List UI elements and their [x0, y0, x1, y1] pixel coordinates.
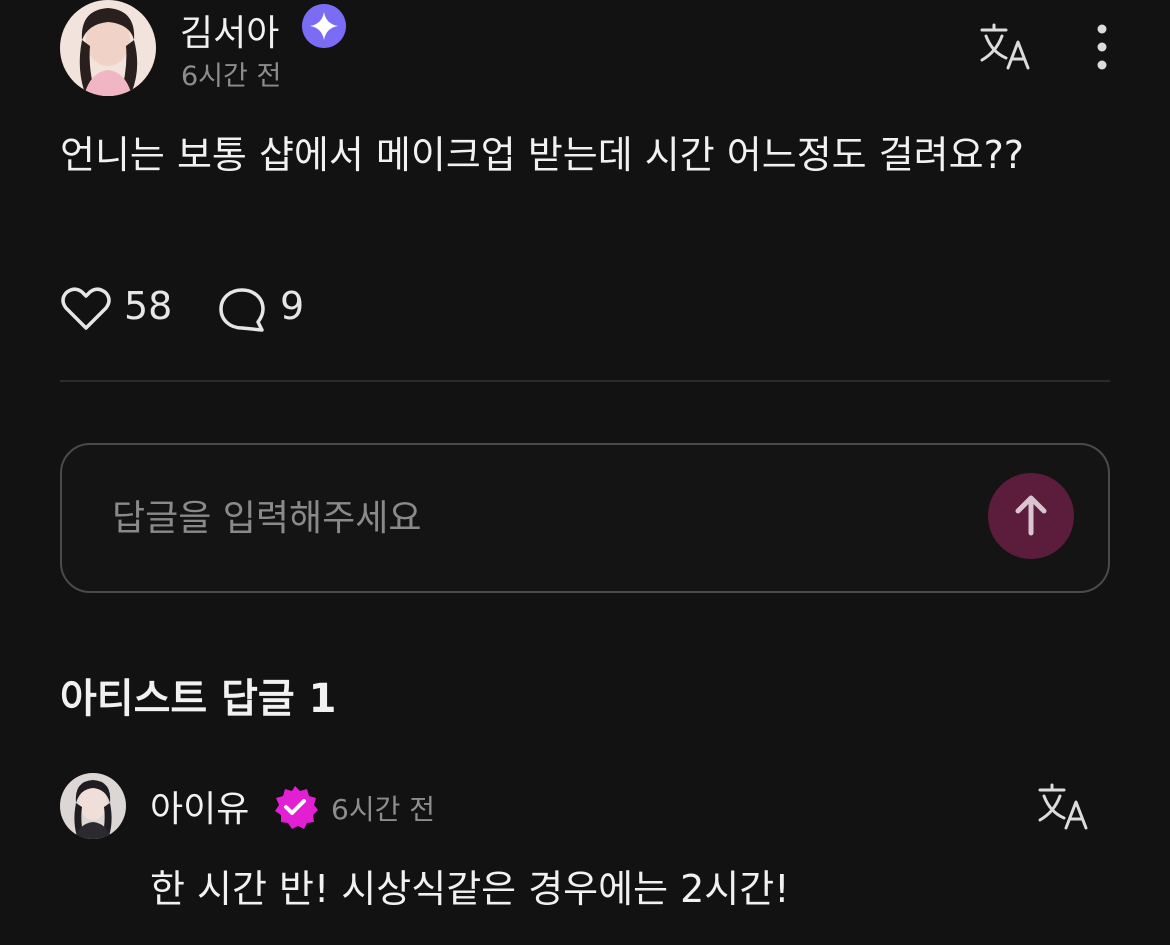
comment-icon[interactable] — [218, 286, 266, 334]
translate-icon[interactable] — [978, 22, 1032, 72]
artist-replies-title: 아티스트 답글 1 — [60, 676, 337, 722]
author-avatar[interactable] — [60, 0, 156, 96]
comment-count: 9 — [280, 284, 305, 328]
reply-text: 한 시간 반! 시상식같은 경우에는 2시간! — [150, 867, 790, 911]
reply-input[interactable] — [112, 490, 962, 546]
post-time: 6시간 전 — [181, 61, 282, 92]
divider — [60, 380, 1110, 382]
reply-time: 6시간 전 — [331, 793, 435, 826]
heart-icon[interactable] — [60, 286, 112, 332]
author-name[interactable]: 김서아 — [180, 4, 279, 56]
reply-author[interactable]: 아이유 — [150, 780, 249, 832]
reply-box — [60, 443, 1110, 593]
translate-icon[interactable] — [1036, 782, 1090, 832]
send-button[interactable] — [988, 473, 1074, 559]
verified-badge-icon — [275, 786, 318, 829]
artist-avatar[interactable] — [60, 773, 126, 839]
plus-badge-icon — [302, 4, 346, 48]
more-vertical-icon[interactable] — [1092, 24, 1112, 70]
like-count: 58 — [124, 284, 173, 328]
post-detail-page: 김서아 6시간 전 언니는 보통 샵에서 메이크업 받는데 시간 어느정도 걸려… — [0, 0, 1170, 945]
post-body: 언니는 보통 샵에서 메이크업 받는데 시간 어느정도 걸려요?? — [60, 133, 1024, 177]
arrow-up-icon — [1015, 495, 1047, 536]
